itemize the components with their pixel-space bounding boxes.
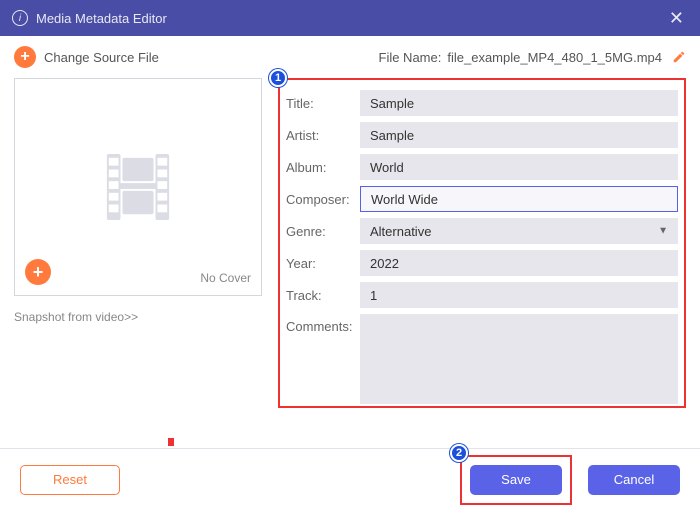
reset-button[interactable]: Reset <box>20 465 120 495</box>
genre-select[interactable] <box>360 218 678 244</box>
cancel-button[interactable]: Cancel <box>588 465 680 495</box>
file-name-label: File Name: <box>379 50 442 65</box>
year-row: Year: <box>286 250 678 276</box>
genre-row: Genre: ▼ <box>286 218 678 244</box>
no-cover-label: No Cover <box>200 271 251 285</box>
window-title: Media Metadata Editor <box>36 11 665 26</box>
file-name-value: file_example_MP4_480_1_5MG.mp4 <box>447 50 662 65</box>
annotation-badge-2: 2 <box>450 444 468 462</box>
comments-textarea[interactable] <box>360 314 678 404</box>
annotation-mark <box>168 438 174 446</box>
year-input[interactable] <box>360 250 678 276</box>
film-icon <box>99 152 177 222</box>
title-input[interactable] <box>360 90 678 116</box>
footer-bar: Reset 2 Save Cancel <box>0 448 700 510</box>
edit-filename-icon[interactable] <box>672 50 686 64</box>
track-label: Track: <box>286 288 360 303</box>
composer-label: Composer: <box>286 192 360 207</box>
change-source-button[interactable]: + <box>14 46 36 68</box>
comments-label: Comments: <box>286 314 360 334</box>
cover-preview: + No Cover <box>14 78 262 296</box>
track-row: Track: <box>286 282 678 308</box>
artist-input[interactable] <box>360 122 678 148</box>
album-row: Album: <box>286 154 678 180</box>
cover-column: + No Cover Snapshot from video>> <box>14 78 262 408</box>
annotation-box-2: 2 Save <box>460 455 572 505</box>
composer-input[interactable] <box>360 186 678 212</box>
header-row: + Change Source File File Name: file_exa… <box>14 46 686 68</box>
title-row: Title: <box>286 90 678 116</box>
year-label: Year: <box>286 256 360 271</box>
change-source-label[interactable]: Change Source File <box>44 50 159 65</box>
title-label: Title: <box>286 96 360 111</box>
album-input[interactable] <box>360 154 678 180</box>
save-button[interactable]: Save <box>470 465 562 495</box>
album-label: Album: <box>286 160 360 175</box>
content-area: + Change Source File File Name: file_exa… <box>0 36 700 408</box>
snapshot-link[interactable]: Snapshot from video>> <box>14 310 138 324</box>
track-input[interactable] <box>360 282 678 308</box>
composer-row: Composer: <box>286 186 678 212</box>
artist-label: Artist: <box>286 128 360 143</box>
fields-column: 1 Title: Artist: Album: Composer: <box>278 78 686 408</box>
annotation-badge-1: 1 <box>269 69 287 87</box>
genre-label: Genre: <box>286 224 360 239</box>
annotation-box-1: 1 Title: Artist: Album: Composer: <box>278 78 686 408</box>
comments-row: Comments: <box>286 314 678 404</box>
artist-row: Artist: <box>286 122 678 148</box>
add-cover-button[interactable]: + <box>25 259 51 285</box>
main-panels: + No Cover Snapshot from video>> 1 Title… <box>14 78 686 408</box>
info-icon: i <box>12 10 28 26</box>
close-icon[interactable]: ✕ <box>665 8 688 29</box>
titlebar: i Media Metadata Editor ✕ <box>0 0 700 36</box>
